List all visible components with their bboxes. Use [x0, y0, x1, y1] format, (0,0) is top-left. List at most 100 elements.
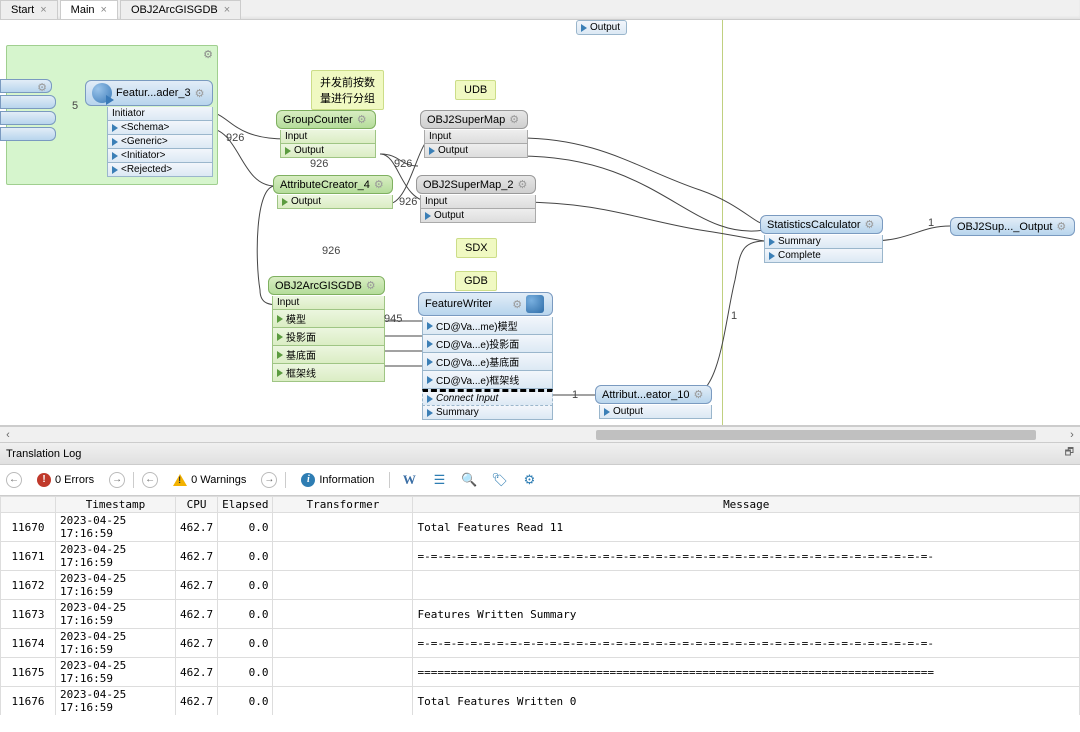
- database-icon: [526, 295, 544, 313]
- obj2arcgisgdb-node[interactable]: OBJ2ArcGISGDB⚙ Input 模型 投影面 基底面 框架线: [268, 276, 385, 382]
- obj2supermap-node[interactable]: OBJ2SuperMap⚙ Input Output: [420, 110, 528, 158]
- obj2sup-output-node[interactable]: OBJ2Sup..._Output⚙: [950, 217, 1075, 236]
- table-row[interactable]: 116742023-04-25 17:16:59462.70.0=-=-=-=-…: [1, 629, 1080, 658]
- annotation-udb[interactable]: UDB: [455, 80, 496, 100]
- gear-icon[interactable]: ⚙: [374, 178, 384, 191]
- close-icon[interactable]: ×: [40, 4, 46, 16]
- feature-count: 926: [399, 196, 417, 208]
- feature-reader-node[interactable]: Featur...ader_3⚙ Initiator <Schema> <Gen…: [85, 80, 213, 177]
- triangle-icon: [427, 409, 433, 417]
- log-column-header[interactable]: Elapsed: [218, 497, 273, 513]
- search-log-button[interactable]: 🔍: [458, 469, 480, 491]
- triangle-icon: [427, 340, 433, 348]
- groupcounter-node[interactable]: GroupCounter⚙ Input Output: [276, 110, 376, 158]
- triangle-icon: [277, 333, 283, 341]
- annotation-groupby[interactable]: 并发前按数 量进行分组: [311, 70, 384, 110]
- upstream-stub: ⚙: [0, 79, 56, 143]
- feature-count: 926: [394, 158, 412, 170]
- gear-icon[interactable]: ⚙: [693, 388, 703, 401]
- obj2supermap2-node[interactable]: OBJ2SuperMap_2⚙ Input Output: [416, 175, 536, 223]
- triangle-icon: [427, 322, 433, 330]
- gear-icon[interactable]: ⚙: [366, 279, 376, 292]
- triangle-icon: [425, 212, 431, 220]
- prev-warning-button[interactable]: ←: [142, 472, 158, 488]
- tab-start[interactable]: Start×: [0, 0, 58, 19]
- triangle-icon: [277, 315, 283, 323]
- next-error-button[interactable]: →: [109, 472, 125, 488]
- scroll-right-icon[interactable]: ›: [1064, 429, 1080, 441]
- log-toolbar: ← !0 Errors → ← 0 Warnings → iInformatio…: [0, 465, 1080, 496]
- gear-icon[interactable]: ⚙: [203, 48, 213, 61]
- statisticscalculator-node[interactable]: StatisticsCalculator⚙ Summary Complete: [760, 215, 883, 263]
- feature-count: 5: [72, 100, 78, 112]
- feature-count: 1: [928, 217, 934, 229]
- feature-count: 945: [384, 313, 402, 325]
- gear-icon[interactable]: ⚙: [518, 178, 528, 191]
- feature-count: 1: [572, 389, 578, 401]
- feature-count: 926: [322, 245, 340, 257]
- maximize-icon[interactable]: 🗗: [1065, 445, 1074, 462]
- triangle-icon: [277, 369, 283, 377]
- info-filter[interactable]: iInformation: [294, 470, 381, 490]
- canvas[interactable]: ⚙ ⚙ Output Featur...ader_3⚙ Initiator <S…: [0, 20, 1080, 426]
- gear-icon[interactable]: ⚙: [512, 298, 522, 311]
- log-column-header[interactable]: Message: [413, 497, 1080, 513]
- next-warning-button[interactable]: →: [261, 472, 277, 488]
- errors-filter[interactable]: !0 Errors: [30, 470, 101, 490]
- bookmark-log-button[interactable]: 🏷: [488, 469, 510, 491]
- gear-icon[interactable]: ⚙: [865, 218, 875, 231]
- attributecreator4-node[interactable]: AttributeCreator_4⚙ Output: [273, 175, 393, 209]
- tab-bar: Start× Main× OBJ2ArcGISGDB×: [0, 0, 1080, 20]
- triangle-icon: [581, 24, 587, 32]
- triangle-icon: [604, 408, 610, 416]
- gear-icon[interactable]: ⚙: [357, 113, 367, 126]
- triangle-icon: [112, 166, 118, 174]
- featurewriter-node[interactable]: FeatureWriter ⚙ CD@Va...me)模型 CD@Va...e)…: [418, 292, 553, 420]
- gear-icon[interactable]: ⚙: [1056, 220, 1066, 233]
- triangle-icon: [285, 147, 291, 155]
- triangle-icon: [112, 152, 118, 160]
- attributecreator10-node[interactable]: Attribut...eator_10⚙ Output: [595, 385, 712, 419]
- warnings-filter[interactable]: 0 Warnings: [166, 471, 253, 489]
- table-row[interactable]: 116702023-04-25 17:16:59462.70.0Total Fe…: [1, 513, 1080, 542]
- list-view-button[interactable]: ☰: [428, 469, 450, 491]
- triangle-icon: [427, 376, 433, 384]
- gear-icon[interactable]: ⚙: [509, 113, 519, 126]
- log-column-header[interactable]: Transformer: [273, 497, 413, 513]
- gear-icon[interactable]: ⚙: [37, 81, 47, 94]
- info-icon: i: [301, 473, 315, 487]
- triangle-icon: [112, 138, 118, 146]
- error-icon: !: [37, 473, 51, 487]
- table-row[interactable]: 116752023-04-25 17:16:59462.70.0========…: [1, 658, 1080, 687]
- log-table[interactable]: TimestampCPUElapsedTransformerMessage 11…: [0, 496, 1080, 715]
- feature-count: 1: [731, 310, 737, 322]
- log-column-header[interactable]: CPU: [176, 497, 218, 513]
- gear-icon[interactable]: ⚙: [195, 87, 205, 100]
- feature-count: 926: [226, 132, 244, 144]
- warning-icon: [173, 474, 187, 486]
- output-port-stub: Output: [576, 20, 627, 35]
- horizontal-scrollbar[interactable]: ‹ ›: [0, 426, 1080, 442]
- word-wrap-button[interactable]: W: [398, 469, 420, 491]
- close-icon[interactable]: ×: [101, 4, 107, 16]
- triangle-icon: [429, 147, 435, 155]
- guide-line: [722, 20, 723, 425]
- table-row[interactable]: 116712023-04-25 17:16:59462.70.0=-=-=-=-…: [1, 542, 1080, 571]
- close-icon[interactable]: ×: [224, 4, 230, 16]
- reader-icon: [92, 83, 112, 103]
- triangle-icon: [769, 252, 775, 260]
- tab-main[interactable]: Main×: [60, 0, 118, 19]
- annotation-gdb[interactable]: GDB: [455, 271, 497, 291]
- log-column-header[interactable]: Timestamp: [56, 497, 176, 513]
- scroll-left-icon[interactable]: ‹: [0, 429, 16, 441]
- settings-button[interactable]: ⚙: [518, 469, 540, 491]
- table-row[interactable]: 116722023-04-25 17:16:59462.70.0: [1, 571, 1080, 600]
- feature-count: 926: [310, 158, 328, 170]
- tab-obj2arcgisgdb[interactable]: OBJ2ArcGISGDB×: [120, 0, 241, 19]
- annotation-sdx[interactable]: SDX: [456, 238, 497, 258]
- table-row[interactable]: 116732023-04-25 17:16:59462.70.0 Feature…: [1, 600, 1080, 629]
- prev-error-button[interactable]: ←: [6, 472, 22, 488]
- log-column-header[interactable]: [1, 497, 56, 513]
- table-row[interactable]: 116762023-04-25 17:16:59462.70.0Total Fe…: [1, 687, 1080, 716]
- triangle-icon: [427, 358, 433, 366]
